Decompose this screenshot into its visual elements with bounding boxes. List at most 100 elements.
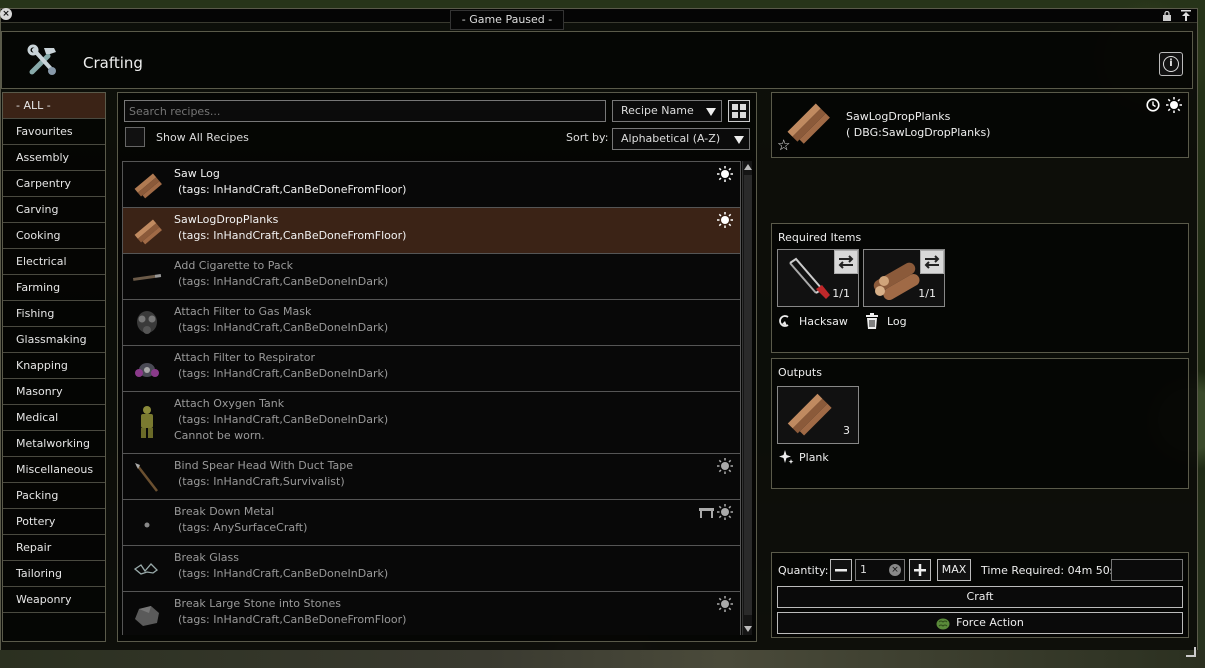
quantity-value: 1 [860,563,867,576]
craft-button[interactable]: Craft [777,586,1183,608]
required-item-slot[interactable]: 1/1 [863,249,945,307]
cigarette-icon [131,261,163,293]
window-titlebar[interactable]: × [0,8,1197,23]
sort-dropdown[interactable]: Alphabetical (A-Z) [612,128,750,150]
category-item[interactable]: Electrical [3,249,105,275]
show-all-checkbox[interactable] [125,127,145,147]
category-item[interactable]: Glassmaking [3,327,105,353]
recipe-name: SawLogDropPlanks [174,213,279,226]
category-item[interactable]: Masonry [3,379,105,405]
output-item-slot[interactable]: 3 [777,386,859,444]
swap-icon[interactable] [920,250,944,274]
category-item[interactable]: Pottery [3,509,105,535]
page-title: Crafting [83,54,143,72]
decrease-quantity-button[interactable] [830,559,852,581]
recipe-row[interactable]: Attach Filter to Respirator (tags: InHan… [122,345,741,391]
outputs-panel: Outputs 3 Plank [771,358,1189,489]
gas-mask-icon [131,307,163,339]
scroll-up-icon[interactable] [744,164,752,170]
pin-icon[interactable] [1181,10,1191,21]
category-item[interactable]: Assembly [3,145,105,171]
chevron-down-icon [706,108,716,116]
swap-icon[interactable] [834,250,858,274]
recipe-name: Bind Spear Head With Duct Tape [174,459,353,472]
recipe-row-selected[interactable]: SawLogDropPlanks (tags: InHandCraft,CanB… [122,207,741,253]
category-item[interactable]: Packing [3,483,105,509]
recipe-note: Cannot be worn. [174,429,265,442]
required-item-name: Log [887,315,907,328]
scrollbar-thumb[interactable] [744,175,752,615]
recipe-list-scrollbar[interactable] [742,161,752,635]
category-item[interactable]: Metalworking [3,431,105,457]
sort-by-label: Sort by: [566,131,609,144]
sun-icon [717,504,733,520]
required-items-title: Required Items [778,231,862,244]
workbench-icon [699,506,714,518]
recipe-row[interactable]: Break Glass (tags: InHandCraft,CanBeDone… [122,545,741,591]
output-item-name: Plank [799,451,829,464]
recipe-row[interactable]: Saw Log (tags: InHandCraft,CanBeDoneFrom… [122,161,741,207]
output-item-qty: 3 [843,424,850,437]
quantity-input[interactable]: 1 × [855,559,905,581]
force-action-button[interactable]: Force Action [777,612,1183,634]
hazmat-suit-icon [131,404,163,438]
category-item[interactable]: Fishing [3,301,105,327]
sun-icon [1166,97,1182,113]
category-item[interactable]: Knapping [3,353,105,379]
category-item[interactable]: Farming [3,275,105,301]
recipe-row[interactable]: Bind Spear Head With Duct Tape (tags: In… [122,453,741,499]
recipe-row[interactable]: Attach Filter to Gas Mask (tags: InHandC… [122,299,741,345]
category-item[interactable]: - ALL - [3,93,105,119]
time-required-label: Time Required: 04m 50s [981,564,1116,577]
required-item-slot[interactable]: 1/1 [777,249,859,307]
recipe-row[interactable]: Break Down Metal (tags: AnySurfaceCraft) [122,499,741,545]
increase-quantity-button[interactable] [909,559,931,581]
category-item[interactable]: Tailoring [3,561,105,587]
recipe-row[interactable]: Add Cigarette to Pack (tags: InHandCraft… [122,253,741,299]
recipe-row[interactable]: Attach Oxygen Tank (tags: InHandCraft,Ca… [122,391,741,453]
category-item[interactable]: Favourites [3,119,105,145]
required-item-qty: 1/1 [832,287,850,300]
recipe-tags: (tags: InHandCraft,CanBeDoneInDark) [178,413,389,426]
scroll-down-icon[interactable] [744,626,752,632]
sun-icon [717,596,733,612]
recipe-tags: (tags: InHandCraft,Survivalist) [178,475,345,488]
favourite-star-icon[interactable]: ☆ [777,136,790,154]
respirator-icon [131,353,163,385]
info-button[interactable]: i [1159,52,1183,76]
grid-view-icon[interactable] [728,100,750,122]
recipe-name: Attach Filter to Gas Mask [174,305,312,318]
category-item[interactable]: Carpentry [3,171,105,197]
stone-icon [131,599,163,631]
required-item-name: Hacksaw [799,315,848,328]
resize-handle[interactable] [1186,647,1196,657]
filter-by-dropdown[interactable]: Recipe Name [612,100,722,122]
category-item[interactable]: Weaponry [3,587,105,613]
recipe-row[interactable]: Break Large Stone into Stones (tags: InH… [122,591,741,635]
craft-controls: Quantity: 1 × MAX Time Required: 04m 50s… [771,552,1189,638]
recipe-name: Break Down Metal [174,505,275,518]
sun-icon [717,458,733,474]
force-action-label: Force Action [956,616,1024,629]
crafting-header: Crafting i [1,31,1193,89]
max-quantity-button[interactable]: MAX [937,559,971,581]
category-item[interactable]: Repair [3,535,105,561]
recipe-detail-header: ☆ SawLogDropPlanks ( DBG:SawLogDropPlank… [771,92,1189,158]
hammer-wrench-icon [26,44,60,78]
clear-icon[interactable]: × [889,564,901,576]
spear-icon [131,461,163,493]
category-item[interactable]: Medical [3,405,105,431]
category-item[interactable]: Carving [3,197,105,223]
close-icon[interactable]: × [0,8,12,20]
return-arrow-icon [778,314,792,328]
recipe-list: Saw Log (tags: InHandCraft,CanBeDoneFrom… [122,161,741,635]
search-input[interactable] [124,100,606,122]
sort-value: Alphabetical (A-Z) [621,132,721,145]
category-item[interactable]: Cooking [3,223,105,249]
category-item[interactable]: Miscellaneous [3,457,105,483]
chevron-down-icon [734,136,744,144]
lock-icon[interactable] [1162,10,1172,21]
recipe-name: Add Cigarette to Pack [174,259,294,272]
metal-scrap-icon [131,507,163,539]
planks-icon [131,215,163,247]
